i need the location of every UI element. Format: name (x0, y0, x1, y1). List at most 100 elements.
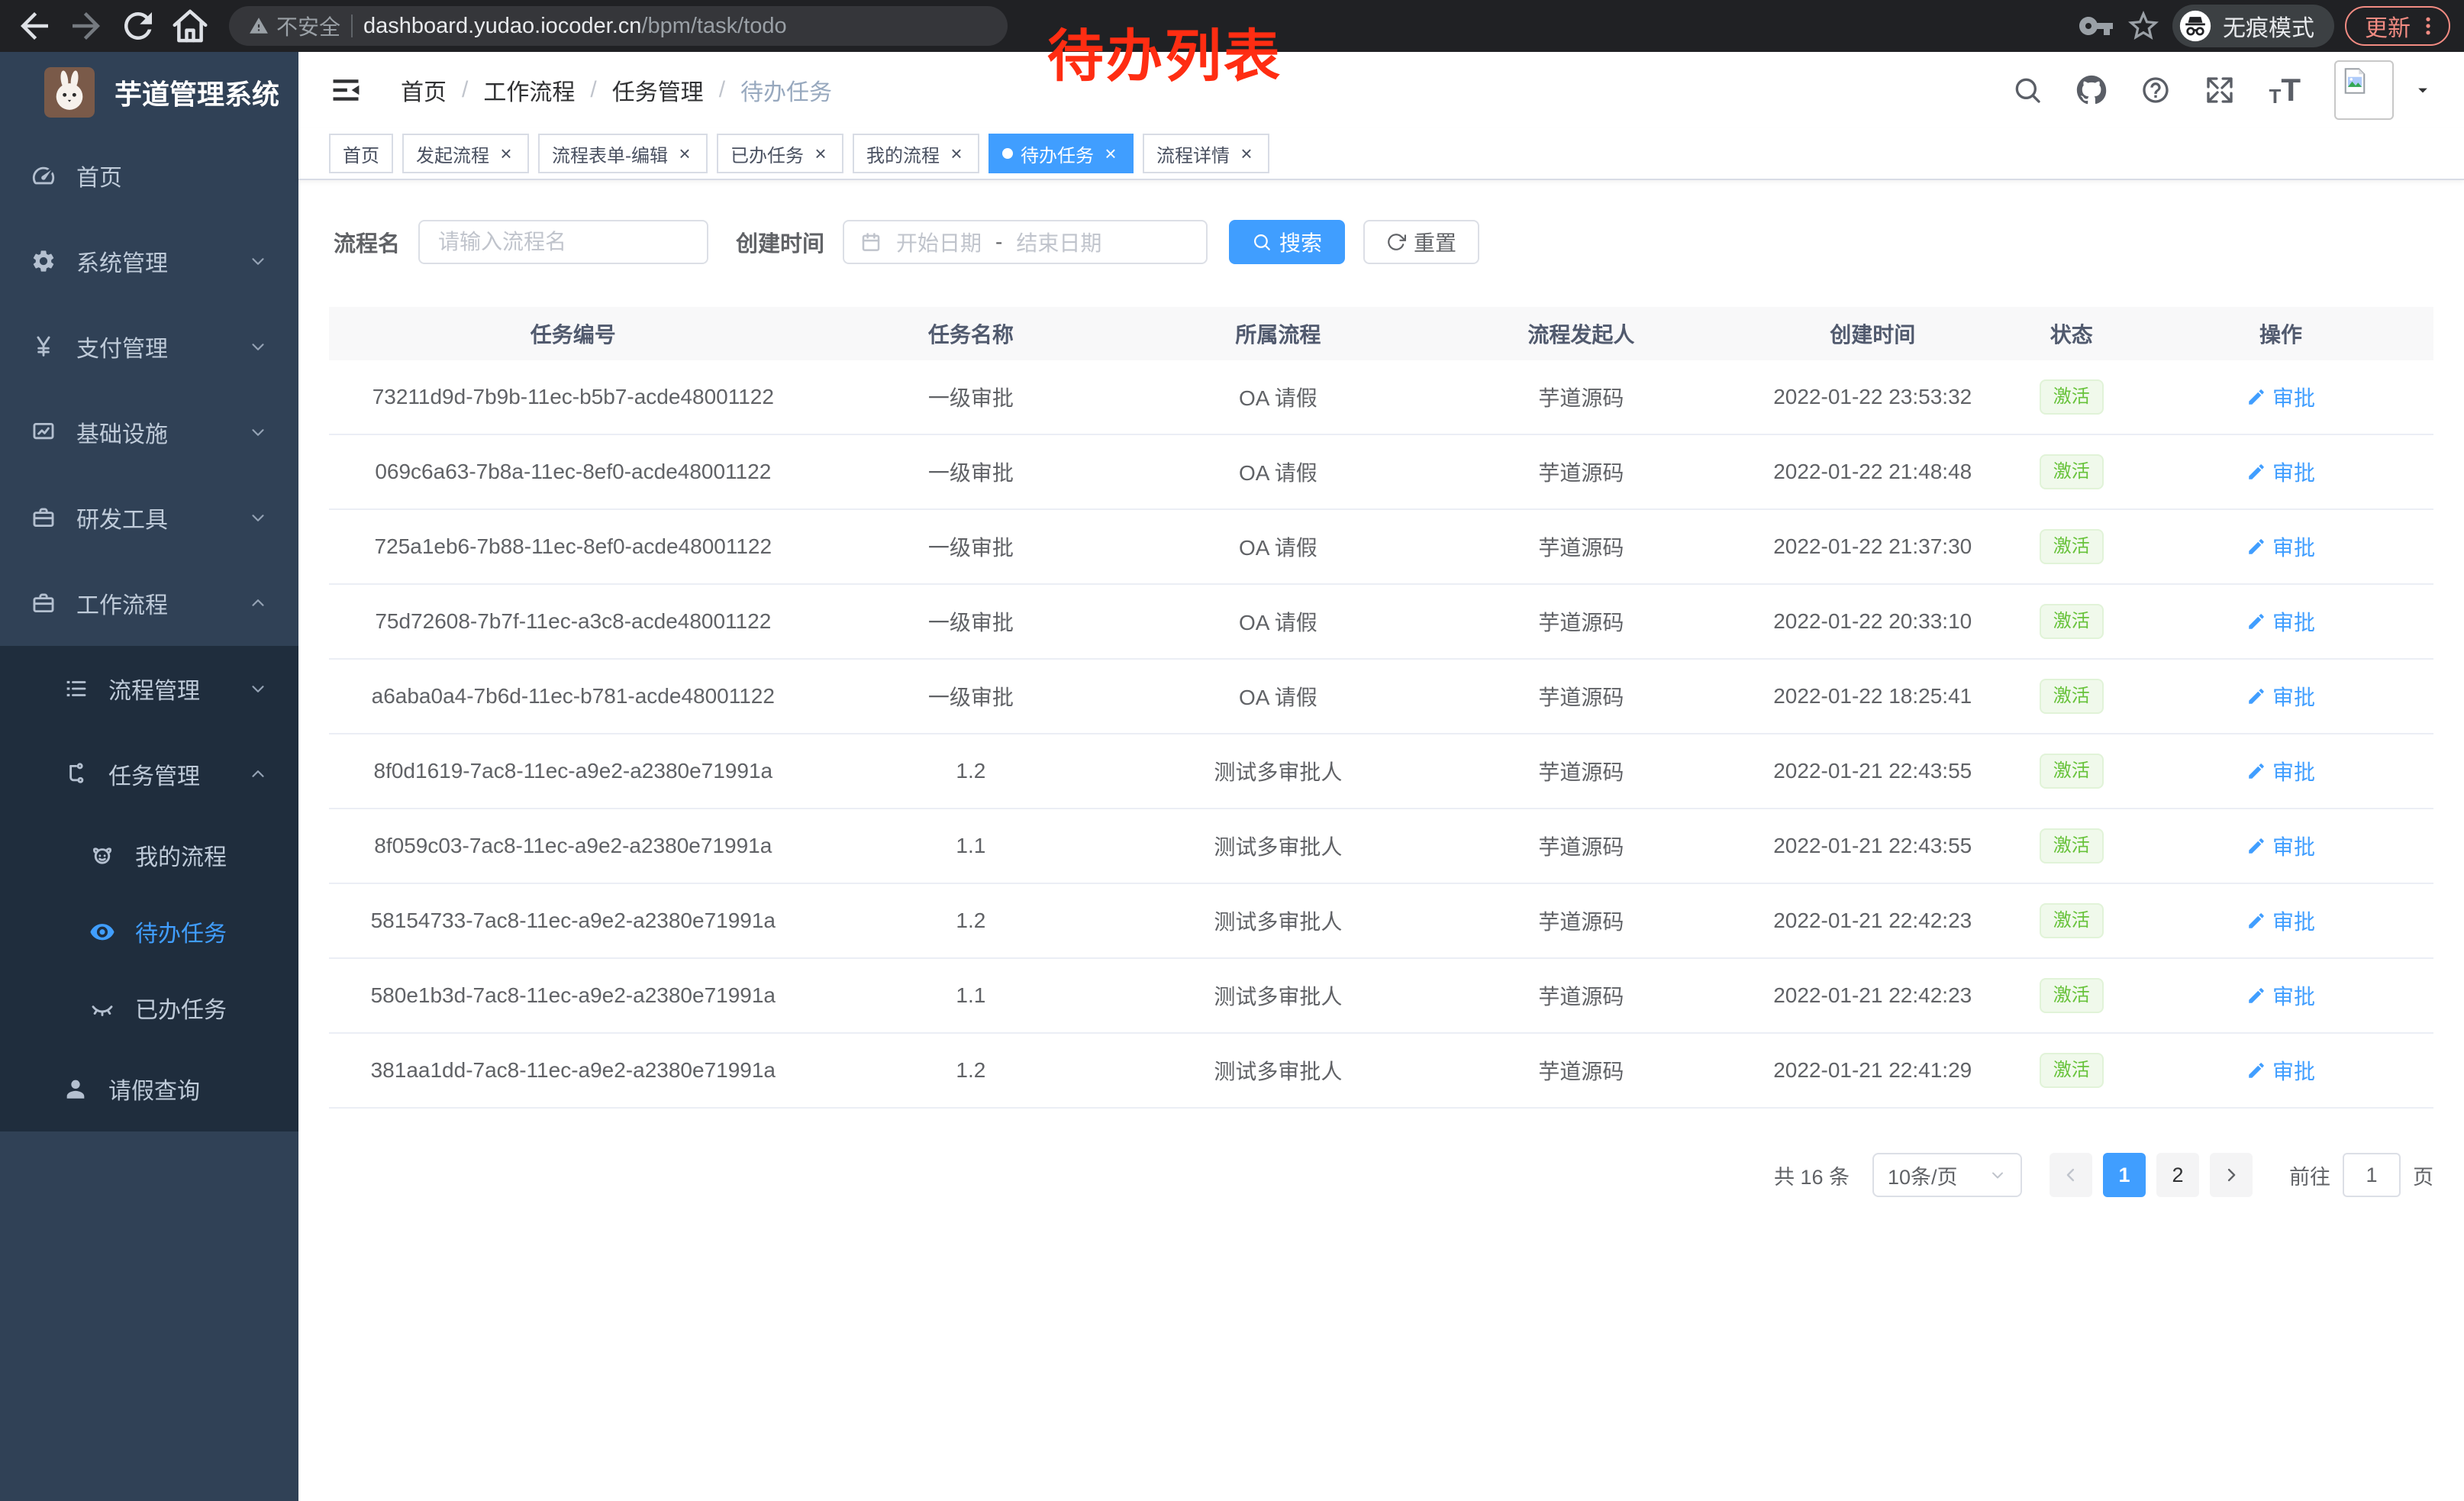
table-row: 069c6a63-7b8a-11ec-8ef0-acde48001122 一级审… (329, 435, 2433, 510)
tab-已办任务[interactable]: 已办任务 × (717, 134, 843, 173)
cell-created: 2022-01-21 22:42:23 (1730, 983, 2014, 1008)
cell-task-id: 8f0d1619-7ac8-11ec-a9e2-a2380e71991a (329, 759, 818, 783)
approve-button[interactable]: 审批 (2246, 831, 2315, 861)
chevron-right-icon (2221, 1164, 2242, 1186)
cell-created: 2022-01-21 22:41:29 (1730, 1058, 2014, 1083)
approve-button[interactable]: 审批 (2246, 457, 2315, 487)
app-logo[interactable]: 芋道管理系统 (0, 52, 298, 133)
approve-button[interactable]: 审批 (2246, 1055, 2315, 1086)
list-icon (63, 676, 96, 702)
caret-down-icon[interactable] (2412, 79, 2433, 101)
sidebar-item-系统管理[interactable]: 系统管理 (0, 218, 298, 304)
sidebar-item-任务管理[interactable]: 任务管理 (0, 731, 298, 817)
update-button[interactable]: 更新 (2345, 6, 2450, 46)
home-icon[interactable] (169, 5, 211, 47)
font-size-icon[interactable]: TT (2269, 74, 2301, 106)
cell-task-id: 580e1b3d-7ac8-11ec-a9e2-a2380e71991a (329, 983, 818, 1008)
status-badge: 激活 (2040, 604, 2104, 639)
approve-button[interactable]: 审批 (2246, 382, 2315, 412)
approve-button[interactable]: 审批 (2246, 905, 2315, 936)
sidebar-item-待办任务[interactable]: 待办任务 (0, 893, 298, 970)
cell-process: OA 请假 (1124, 382, 1432, 412)
incognito-badge: 无痕模式 (2172, 5, 2334, 47)
forward-icon[interactable] (66, 5, 107, 47)
pagination: 共 16 条 10条/页 12 前往 页 (329, 1153, 2433, 1197)
tab-我的流程[interactable]: 我的流程 × (853, 134, 979, 173)
fullscreen-icon[interactable] (2204, 75, 2235, 105)
prev-page-button[interactable] (2050, 1153, 2092, 1197)
close-icon[interactable]: × (676, 144, 694, 163)
sidebar-item-支付管理[interactable]: 支付管理 (0, 304, 298, 389)
close-icon[interactable]: × (1237, 144, 1256, 163)
goto-page-input[interactable] (2343, 1153, 2401, 1197)
sidebar-item-我的流程[interactable]: 我的流程 (0, 817, 298, 893)
sidebar-collapse-icon[interactable] (329, 73, 363, 107)
key-icon[interactable] (2078, 8, 2114, 44)
next-page-button[interactable] (2210, 1153, 2253, 1197)
approve-button[interactable]: 审批 (2246, 681, 2315, 712)
help-icon[interactable] (2140, 75, 2171, 105)
tab-流程详情[interactable]: 流程详情 × (1143, 134, 1269, 173)
approve-button[interactable]: 审批 (2246, 980, 2315, 1011)
page-number-button[interactable]: 2 (2156, 1153, 2199, 1197)
security-chip[interactable]: 不安全 (249, 11, 340, 41)
sidebar-item-首页[interactable]: 首页 (0, 133, 298, 218)
tab-首页[interactable]: 首页 (329, 134, 393, 173)
sidebar: 芋道管理系统 首页 系统管理 支付管理 基础设施 研发工具 工作流程 流程管理 … (0, 52, 298, 1501)
pager: 12 (2050, 1153, 2253, 1197)
goto-label: 前往 (2289, 1160, 2330, 1190)
cell-initiator: 芋道源码 (1432, 457, 1730, 487)
address-bar[interactable]: 不安全 dashboard.yudao.iocoder.cn/bpm/task/… (229, 6, 1008, 46)
search-icon[interactable] (2012, 75, 2043, 105)
breadcrumb-separator: / (590, 77, 596, 103)
sidebar-item-已办任务[interactable]: 已办任务 (0, 970, 298, 1046)
approve-button[interactable]: 审批 (2246, 756, 2315, 786)
status-badge: 激活 (2040, 903, 2104, 938)
page-size-select[interactable]: 10条/页 (1872, 1153, 2022, 1197)
approve-button[interactable]: 审批 (2246, 531, 2315, 562)
sidebar-item-研发工具[interactable]: 研发工具 (0, 475, 298, 560)
tab-流程表单-编辑[interactable]: 流程表单-编辑 × (538, 134, 708, 173)
sidebar-item-基础设施[interactable]: 基础设施 (0, 389, 298, 475)
dashboard-icon (31, 163, 64, 189)
column-header: 状态 (2014, 318, 2128, 349)
sidebar-menu: 首页 系统管理 支付管理 基础设施 研发工具 工作流程 (0, 133, 298, 646)
page-number-button[interactable]: 1 (2103, 1153, 2146, 1197)
page-header: 首页/工作流程/任务管理/待办任务 TT (298, 52, 2464, 128)
chevron-left-icon (2060, 1164, 2082, 1186)
cell-task-id: 725a1eb6-7b88-11ec-8ef0-acde48001122 (329, 534, 818, 559)
status-badge: 激活 (2040, 828, 2104, 863)
cell-initiator: 芋道源码 (1432, 382, 1730, 412)
close-icon[interactable]: × (497, 144, 515, 163)
close-icon[interactable]: × (947, 144, 966, 163)
back-icon[interactable] (14, 5, 55, 47)
star-icon[interactable] (2125, 8, 2162, 44)
cell-initiator: 芋道源码 (1432, 756, 1730, 786)
incognito-icon (2179, 9, 2212, 43)
sidebar-item-流程管理[interactable]: 流程管理 (0, 646, 298, 731)
warning-icon (249, 16, 269, 36)
reset-button[interactable]: 重置 (1363, 220, 1479, 264)
sidebar-item-工作流程[interactable]: 工作流程 (0, 560, 298, 646)
avatar[interactable] (2334, 60, 2394, 120)
breadcrumb-item[interactable]: 工作流程 (483, 73, 575, 107)
breadcrumb-item[interactable]: 任务管理 (612, 73, 704, 107)
approve-button[interactable]: 审批 (2246, 606, 2315, 637)
close-icon[interactable]: × (811, 144, 830, 163)
process-name-input[interactable] (418, 220, 708, 264)
reload-icon[interactable] (118, 5, 159, 47)
tab-待办任务[interactable]: 待办任务 × (989, 134, 1134, 173)
range-separator: - (995, 230, 1002, 254)
search-button[interactable]: 搜索 (1229, 220, 1345, 264)
date-range-picker[interactable]: 开始日期 - 结束日期 (843, 220, 1208, 264)
cell-task-name: 一级审批 (818, 681, 1125, 712)
breadcrumb-item[interactable]: 首页 (401, 73, 447, 107)
cell-initiator: 芋道源码 (1432, 531, 1730, 562)
edit-icon (2246, 911, 2266, 931)
tab-发起流程[interactable]: 发起流程 × (402, 134, 529, 173)
chevron-down-icon (248, 337, 268, 357)
infra-icon (31, 419, 64, 445)
sidebar-item-请假查询[interactable]: 请假查询 (0, 1046, 298, 1131)
close-icon[interactable]: × (1101, 144, 1120, 163)
github-icon[interactable] (2076, 75, 2107, 105)
